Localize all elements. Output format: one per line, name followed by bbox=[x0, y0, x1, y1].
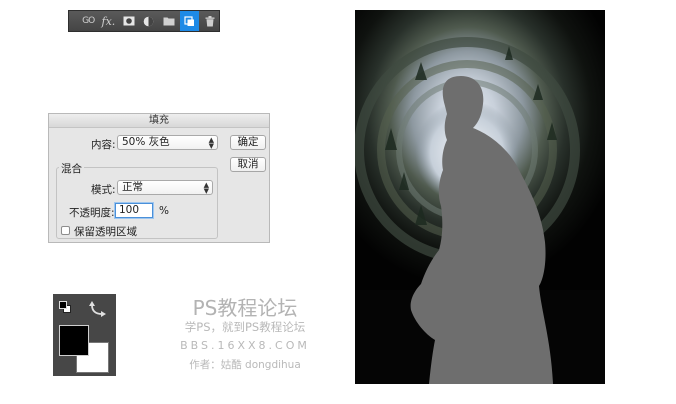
delete-layer-button[interactable] bbox=[201, 11, 219, 31]
preserve-transparency-checkbox[interactable] bbox=[61, 226, 70, 235]
dialog-title: 填充 bbox=[49, 114, 269, 128]
watermark-title: PS教程论坛 bbox=[192, 296, 298, 320]
folder-icon bbox=[163, 17, 175, 26]
foreground-color-swatch[interactable] bbox=[59, 325, 89, 356]
swap-colors-icon[interactable] bbox=[88, 299, 108, 317]
link-layers-button[interactable]: GO bbox=[79, 11, 97, 31]
contents-select[interactable]: 50% 灰色 ▲ ▼ bbox=[117, 135, 218, 150]
new-adjustment-layer-button[interactable] bbox=[140, 11, 158, 31]
add-layer-style-button[interactable]: fx. bbox=[99, 11, 117, 31]
color-swatches bbox=[53, 294, 116, 376]
opacity-unit: % bbox=[159, 205, 169, 217]
fill-dialog: 填充 内容: 50% 灰色 ▲ ▼ 确定 取消 混合 模式: 正常 ▲ ▼ 不透明度… bbox=[48, 113, 270, 243]
contents-select-value: 50% 灰色 bbox=[122, 136, 170, 148]
adjustment-layer-icon bbox=[144, 16, 154, 26]
ok-button[interactable]: 确定 bbox=[230, 135, 266, 150]
layers-panel-toolbar: GO fx. bbox=[68, 10, 220, 32]
watermark-subtitle: 学PS，就到PS教程论坛 bbox=[184, 320, 306, 334]
link-icon: GO bbox=[82, 16, 95, 26]
layer-mask-icon bbox=[123, 16, 135, 26]
contents-label: 内容: bbox=[91, 139, 116, 151]
new-layer-icon bbox=[184, 15, 195, 26]
default-colors-icon[interactable] bbox=[59, 301, 73, 315]
blending-group-label: 混合 bbox=[59, 161, 84, 176]
fx-icon: fx. bbox=[101, 14, 116, 28]
opacity-label: 不透明度: bbox=[69, 207, 115, 219]
new-group-button[interactable] bbox=[160, 11, 178, 31]
select-arrows-icon: ▲ ▼ bbox=[208, 135, 214, 150]
trash-icon bbox=[205, 15, 215, 26]
opacity-input[interactable]: 100 bbox=[115, 203, 153, 218]
watermark-url: BBS.16XX8.COM bbox=[180, 339, 310, 352]
canvas-photo bbox=[355, 10, 605, 384]
mode-select[interactable]: 正常 ▲ ▼ bbox=[117, 180, 213, 195]
watermark-author: 作者：姑酷 dongdihua bbox=[189, 359, 301, 371]
mode-select-value: 正常 bbox=[122, 181, 143, 193]
select-arrows-icon: ▲ ▼ bbox=[203, 180, 209, 195]
preserve-transparency-label: 保留透明区域 bbox=[74, 226, 137, 238]
add-mask-button[interactable] bbox=[120, 11, 138, 31]
mode-label: 模式: bbox=[91, 184, 116, 196]
cancel-button[interactable]: 取消 bbox=[230, 157, 266, 172]
new-layer-button[interactable] bbox=[180, 11, 199, 31]
